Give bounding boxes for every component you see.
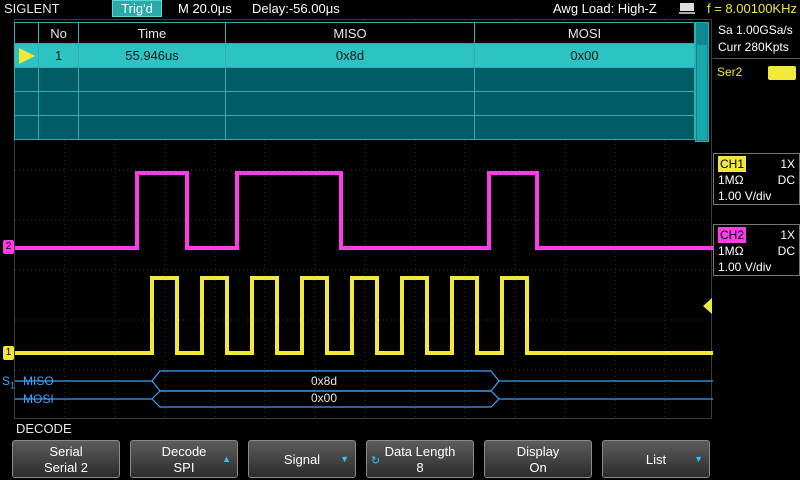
submenu-arrow-icon: ▼	[340, 454, 349, 464]
cell-no	[38, 91, 79, 116]
miso-bus-value: 0x8d	[311, 374, 338, 388]
cell-miso: 0x8d	[225, 43, 475, 68]
display-softkey[interactable]: Display On	[484, 440, 592, 478]
ch2-probe: 1X	[780, 228, 795, 242]
ch2-name: CH2	[718, 227, 747, 243]
cell-miso	[225, 115, 475, 140]
mosi-bus-trace	[15, 390, 713, 408]
ch1-coupling: DC	[777, 173, 795, 187]
awg-load-readout: Awg Load: High-Z	[553, 1, 657, 16]
bus-marker: S1	[2, 374, 16, 391]
cell-no	[38, 115, 79, 140]
ch2-impedance: 1MΩ	[718, 244, 744, 258]
ch1-waveform	[15, 276, 713, 355]
sample-rate-readout: Sa 1.00GSa/s	[718, 23, 793, 37]
ch2-scale: 1.00 V/div	[718, 260, 772, 274]
ch2-waveform	[15, 171, 713, 250]
row-selected-icon	[14, 43, 39, 68]
cell-mosi: 0x00	[474, 43, 695, 68]
status-bar: SIGLENT Trig'd M 20.0μs Delay:-56.00μs A…	[0, 0, 800, 18]
decode-list-table[interactable]: No Time MISO MOSI 1 55.946us 0x8d 0x00	[14, 22, 709, 142]
marker-column-header	[14, 22, 39, 44]
trigger-level-icon[interactable]	[703, 298, 712, 314]
mosi-bus-label: MOSI	[23, 392, 54, 406]
serial-color-swatch	[768, 66, 796, 80]
right-info-panel: Sa 1.00GSa/s Curr 280Kpts Ser2 CH1 1X 1M…	[713, 19, 800, 419]
delay-readout[interactable]: Delay:-56.00μs	[252, 1, 340, 16]
ch1-probe: 1X	[780, 157, 795, 171]
table-row[interactable]	[14, 91, 695, 116]
table-row[interactable]	[14, 67, 695, 92]
ch2-offset-marker[interactable]: 2	[3, 240, 14, 254]
ch1-scale: 1.00 V/div	[718, 189, 772, 203]
monitor-icon	[679, 3, 695, 14]
decode-softkey[interactable]: Decode SPI ▲	[130, 440, 238, 478]
menu-title: DECODE	[16, 421, 72, 436]
cell-time: 55.946us	[78, 43, 226, 68]
row-marker-cell	[14, 67, 39, 92]
table-row[interactable]	[14, 115, 695, 140]
cell-mosi	[474, 91, 695, 116]
cell-mosi	[474, 67, 695, 92]
memory-depth-readout: Curr 280Kpts	[718, 40, 789, 54]
data-length-softkey[interactable]: ↻ Data Length 8	[366, 440, 474, 478]
row-marker-cell	[14, 115, 39, 140]
column-header-no: No	[38, 22, 79, 44]
cell-no: 1	[38, 43, 79, 68]
cell-time	[78, 115, 226, 140]
column-header-mosi: MOSI	[474, 22, 695, 44]
softkey-bar: Serial Serial 2 Decode SPI ▲ Signal ▼ ↻ …	[12, 440, 712, 478]
miso-bus-trace	[15, 370, 713, 392]
ch2-settings-box[interactable]: CH2 1X 1MΩ DC 1.00 V/div	[713, 224, 800, 276]
signal-softkey[interactable]: Signal ▼	[248, 440, 356, 478]
cell-mosi	[474, 115, 695, 140]
frequency-counter: f = 8.00100KHz	[707, 1, 797, 16]
cell-time	[78, 91, 226, 116]
table-scrollbar[interactable]	[695, 22, 709, 142]
table-header-row: No Time MISO MOSI	[14, 22, 695, 44]
ch1-impedance: 1MΩ	[718, 173, 744, 187]
mosi-bus-value: 0x00	[311, 391, 338, 405]
trigger-status-badge[interactable]: Trig'd	[112, 0, 162, 17]
row-marker-cell	[14, 91, 39, 116]
acquisition-info[interactable]: Sa 1.00GSa/s Curr 280Kpts	[713, 19, 800, 59]
cell-time	[78, 67, 226, 92]
scrollbar-thumb[interactable]	[697, 45, 707, 140]
serial-softkey[interactable]: Serial Serial 2	[12, 440, 120, 478]
rotary-knob-icon: ↻	[371, 455, 381, 467]
timebase-readout[interactable]: M 20.0μs	[178, 1, 232, 16]
table-row[interactable]: 1 55.946us 0x8d 0x00	[14, 43, 695, 68]
cell-no	[38, 67, 79, 92]
column-header-miso: MISO	[225, 22, 475, 44]
ch1-name: CH1	[718, 156, 747, 172]
miso-bus-label: MISO	[23, 374, 54, 388]
ch1-settings-box[interactable]: CH1 1X 1MΩ DC 1.00 V/div	[713, 153, 800, 205]
cell-miso	[225, 67, 475, 92]
serial-trigger-source[interactable]: Ser2	[713, 61, 800, 85]
ch2-coupling: DC	[777, 244, 795, 258]
cell-miso	[225, 91, 475, 116]
submenu-arrow-icon: ▲	[222, 454, 231, 464]
ch1-offset-marker[interactable]: 1	[3, 346, 14, 360]
list-softkey[interactable]: List ▼	[602, 440, 710, 478]
brand-logo: SIGLENT	[4, 1, 60, 16]
serial-label: Ser2	[717, 65, 743, 79]
submenu-arrow-icon: ▼	[694, 454, 703, 464]
column-header-time: Time	[78, 22, 226, 44]
